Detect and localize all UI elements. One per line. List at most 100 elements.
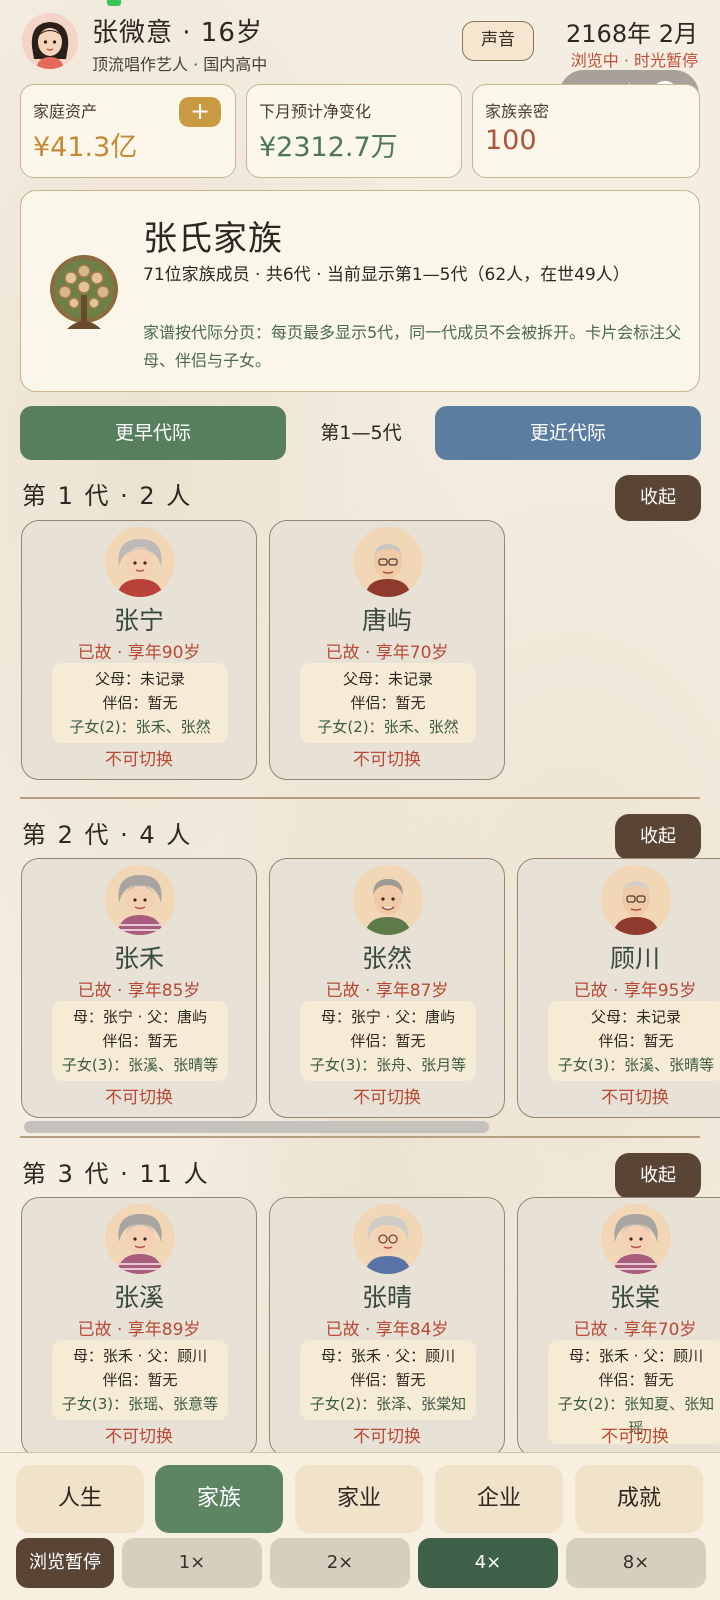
member-parents: 父母：未记录 xyxy=(94,670,185,688)
member-name: 顾川 xyxy=(609,944,660,973)
member-card[interactable]: 顾川 已故 · 享年95岁 父母：未记录 伴侣：暂无 子女(3)：张溪、张晴等 … xyxy=(517,858,720,1118)
stat-value: ¥2312.7万 xyxy=(259,132,398,163)
member-name: 张棠 xyxy=(609,1283,660,1312)
member-switch-status: 不可切换 xyxy=(353,1427,421,1447)
member-partner: 伴侣：暂无 xyxy=(350,1032,426,1050)
bottom-bar: 人生 家族 家业 企业 成就 浏览暂停 1× 2× 4× 8× xyxy=(0,1452,720,1600)
member-relations: 母：张禾 · 父：顾川 伴侣：暂无 子女(2)：张泽、张棠知 xyxy=(300,1340,476,1420)
collapse-button[interactable]: 收起 xyxy=(615,475,701,521)
later-generations-button[interactable]: 更近代际 xyxy=(435,406,701,460)
status-dot xyxy=(107,0,121,6)
member-name: 张溪 xyxy=(113,1283,164,1312)
member-children: 子女(3)：张溪、张晴等 xyxy=(61,1056,219,1074)
member-switch-status: 不可切换 xyxy=(601,1427,669,1447)
member-parents: 母：张宁 · 父：唐屿 xyxy=(72,1008,208,1026)
generation-header: 第 2 代 · 4 人 xyxy=(22,821,193,849)
generation-divider xyxy=(20,1136,700,1138)
family-panel: 张氏家族 71位家族成员 · 共6代 · 当前显示第1—5代（62人，在世49人… xyxy=(20,190,700,392)
stat-value: 100 xyxy=(485,125,537,156)
member-children: 子女(3)：张舟、张月等 xyxy=(309,1056,467,1074)
member-relations: 母：张宁 · 父：唐屿 伴侣：暂无 子女(3)：张舟、张月等 xyxy=(300,1001,476,1081)
tab-life[interactable]: 人生 xyxy=(16,1465,144,1533)
member-relations: 父母：未记录 伴侣：暂无 子女(2)：张禾、张然 xyxy=(300,663,476,743)
member-parents: 父母：未记录 xyxy=(342,670,433,688)
pause-browse-button[interactable]: 浏览暂停 xyxy=(16,1538,114,1588)
member-parents: 母：张禾 · 父：顾川 xyxy=(568,1347,704,1365)
member-relations: 母：张禾 · 父：顾川 伴侣：暂无 子女(3)：张瑶、张意等 xyxy=(52,1340,228,1420)
member-partner: 伴侣：暂无 xyxy=(102,694,178,712)
elder-man-avatar xyxy=(601,865,671,935)
top-header: 张微意 · 16岁 顶流唱作艺人 · 国内高中 声音 2168年 2月 浏览中 … xyxy=(0,0,720,120)
stat-value: ¥41.3亿 xyxy=(33,132,138,163)
generation-row: 张宁 已故 · 享年90岁 父母：未记录 伴侣：暂无 子女(2)：张禾、张然 不… xyxy=(0,520,720,790)
member-card[interactable]: 张然 已故 · 享年87岁 母：张宁 · 父：唐屿 伴侣：暂无 子女(3)：张舟… xyxy=(269,858,505,1118)
member-card[interactable]: 张溪 已故 · 享年89岁 母：张禾 · 父：顾川 伴侣：暂无 子女(3)：张瑶… xyxy=(21,1197,257,1452)
family-summary: 71位家族成员 · 共6代 · 当前显示第1—5代（62人，在世49人） xyxy=(143,265,630,285)
elder-woman-avatar xyxy=(105,527,175,597)
member-switch-status: 不可切换 xyxy=(105,1427,173,1447)
member-children: 子女(2)：张泽、张棠知 xyxy=(309,1395,467,1413)
family-tree-emblem xyxy=(47,251,121,333)
member-relations: 父母：未记录 伴侣：暂无 子女(3)：张溪、张晴等 xyxy=(548,1001,720,1081)
earlier-generations-button[interactable]: 更早代际 xyxy=(20,406,286,460)
player-title: 顶流唱作艺人 · 国内高中 xyxy=(92,55,268,74)
member-partner: 伴侣：暂无 xyxy=(598,1371,674,1389)
add-assets-button[interactable]: + xyxy=(179,97,221,127)
member-switch-status: 不可切换 xyxy=(601,1088,669,1108)
tab-achievements[interactable]: 成就 xyxy=(575,1465,703,1533)
member-name: 张晴 xyxy=(361,1283,412,1312)
browse-status: 浏览中 · 时光暂停 xyxy=(570,51,698,70)
family-title: 张氏家族 xyxy=(143,219,283,259)
speed-2x-button[interactable]: 2× xyxy=(270,1538,410,1588)
collapse-button[interactable]: 收起 xyxy=(615,814,701,860)
member-relations: 母：张宁 · 父：唐屿 伴侣：暂无 子女(3)：张溪、张晴等 xyxy=(52,1001,228,1081)
player-avatar[interactable] xyxy=(22,13,78,69)
generation-divider xyxy=(20,797,700,799)
member-status: 已故 · 享年87岁 xyxy=(325,981,449,1001)
player-name-age: 张微意 · 16岁 xyxy=(92,18,263,48)
stat-family-assets: 家庭资产 ¥41.3亿 + xyxy=(20,84,236,178)
horizontal-scrollbar[interactable] xyxy=(24,1121,489,1133)
member-name: 张宁 xyxy=(113,606,164,635)
sound-button[interactable]: 声音 xyxy=(462,21,534,61)
member-relations: 父母：未记录 伴侣：暂无 子女(2)：张禾、张然 xyxy=(52,663,228,743)
member-status: 已故 · 享年85岁 xyxy=(77,981,201,1001)
member-status: 已故 · 享年90岁 xyxy=(77,643,201,663)
member-status: 已故 · 享年95岁 xyxy=(573,981,697,1001)
tab-family[interactable]: 家族 xyxy=(155,1465,283,1533)
speed-1x-button[interactable]: 1× xyxy=(122,1538,262,1588)
stat-label: 下月预计净变化 xyxy=(259,102,372,121)
elder-woman-avatar xyxy=(353,1204,423,1274)
member-parents: 母：张宁 · 父：唐屿 xyxy=(320,1008,456,1026)
member-children: 子女(2)：张禾、张然 xyxy=(317,718,459,736)
member-parents: 母：张禾 · 父：顾川 xyxy=(320,1347,456,1365)
collapse-button[interactable]: 收起 xyxy=(615,1153,701,1199)
elder-woman-avatar xyxy=(105,865,175,935)
stat-family-intimacy: 家族亲密 100 xyxy=(472,84,700,178)
member-switch-status: 不可切换 xyxy=(105,1088,173,1108)
generation-row: 张溪 已故 · 享年89岁 母：张禾 · 父：顾川 伴侣：暂无 子女(3)：张瑶… xyxy=(0,1197,720,1452)
member-card[interactable]: 张棠 已故 · 享年70岁 母：张禾 · 父：顾川 伴侣：暂无 子女(2)：张知… xyxy=(517,1197,720,1452)
tab-company[interactable]: 企业 xyxy=(435,1465,563,1533)
member-card[interactable]: 张晴 已故 · 享年84岁 母：张禾 · 父：顾川 伴侣：暂无 子女(2)：张泽… xyxy=(269,1197,505,1452)
family-description: 家谱按代际分页：每页最多显示5代，同一代成员不会被拆开。卡片会标注父母、伴侣与子… xyxy=(143,323,682,370)
member-partner: 伴侣：暂无 xyxy=(350,694,426,712)
member-status: 已故 · 享年89岁 xyxy=(77,1320,201,1340)
member-parents: 母：张禾 · 父：顾川 xyxy=(72,1347,208,1365)
generation-range: 第1—5代 xyxy=(320,422,402,444)
generation-header: 第 1 代 · 2 人 xyxy=(22,482,193,510)
member-card[interactable]: 张宁 已故 · 享年90岁 父母：未记录 伴侣：暂无 子女(2)：张禾、张然 不… xyxy=(21,520,257,780)
elder-man-avatar xyxy=(353,527,423,597)
tab-estate[interactable]: 家业 xyxy=(295,1465,423,1533)
speed-8x-button[interactable]: 8× xyxy=(566,1538,706,1588)
member-name: 张禾 xyxy=(113,944,164,973)
member-partner: 伴侣：暂无 xyxy=(350,1371,426,1389)
member-status: 已故 · 享年70岁 xyxy=(573,1320,697,1340)
speed-4x-button[interactable]: 4× xyxy=(418,1538,558,1588)
member-status: 已故 · 享年70岁 xyxy=(325,643,449,663)
member-switch-status: 不可切换 xyxy=(105,750,173,770)
member-status: 已故 · 享年84岁 xyxy=(325,1320,449,1340)
member-name: 唐屿 xyxy=(361,606,412,635)
member-card[interactable]: 张禾 已故 · 享年85岁 母：张宁 · 父：唐屿 伴侣：暂无 子女(3)：张溪… xyxy=(21,858,257,1118)
member-card[interactable]: 唐屿 已故 · 享年70岁 父母：未记录 伴侣：暂无 子女(2)：张禾、张然 不… xyxy=(269,520,505,780)
